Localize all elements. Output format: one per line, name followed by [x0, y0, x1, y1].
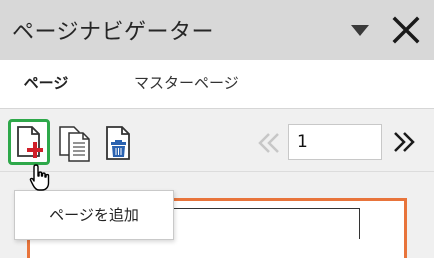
hand-pointer-cursor-icon	[28, 163, 54, 193]
tab-pages[interactable]: ページ	[14, 60, 78, 108]
delete-page-button[interactable]	[100, 121, 136, 163]
tab-bar: ページ マスターページ	[0, 60, 434, 109]
triangle-down-icon[interactable]	[349, 22, 371, 38]
previous-page-button[interactable]	[256, 130, 282, 156]
panel-title-bar: ページナビゲーター	[0, 0, 434, 60]
page-number-input[interactable]	[288, 124, 382, 160]
double-chevron-left-icon	[258, 133, 279, 153]
double-chevron-right-icon	[394, 132, 415, 152]
panel-title: ページナビゲーター	[12, 20, 215, 45]
close-icon[interactable]	[391, 15, 421, 45]
add-page-tooltip: ページを追加	[14, 190, 174, 240]
next-page-button[interactable]	[391, 129, 417, 155]
add-page-button[interactable]	[8, 119, 50, 165]
page-toolbar	[0, 109, 434, 171]
tab-master-pages[interactable]: マスターページ	[134, 60, 239, 108]
duplicate-page-button[interactable]	[57, 121, 93, 163]
